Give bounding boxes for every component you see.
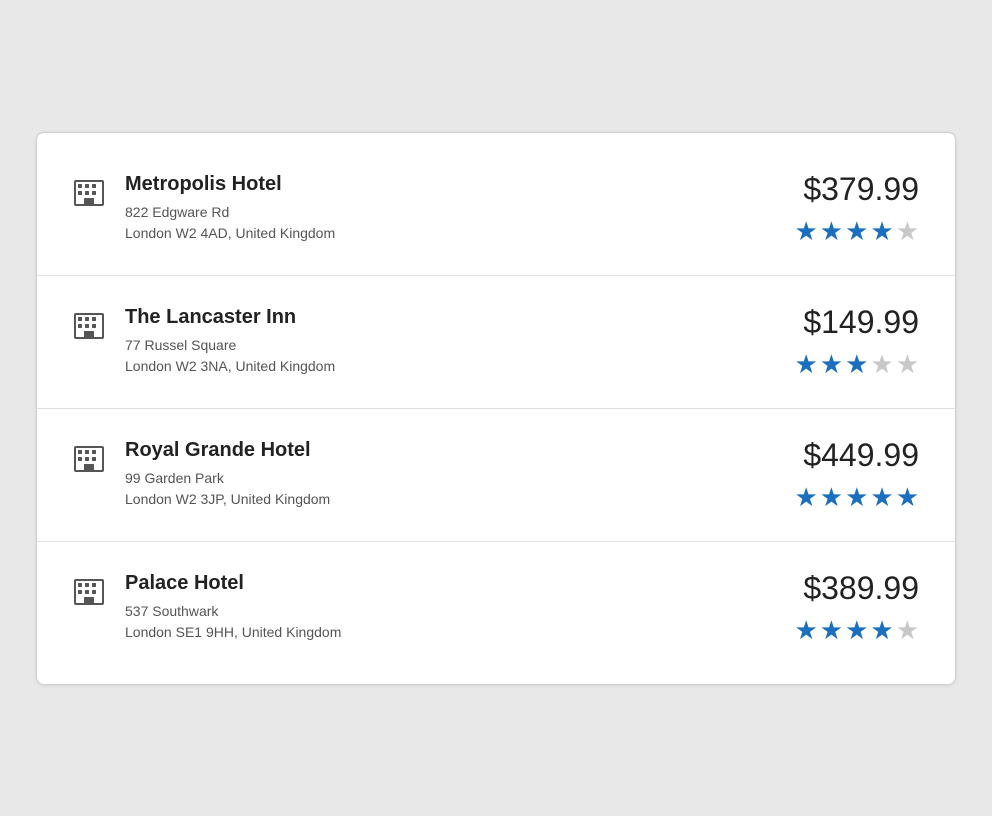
hotel-stars: ★★★★★: [794, 482, 919, 513]
hotel-address-line2: London W2 4AD, United Kingdom: [125, 223, 335, 244]
hotel-left-metropolis: Metropolis Hotel 822 Edgware Rd London W…: [73, 173, 335, 244]
star-filled-icon: ★: [870, 482, 893, 513]
hotel-price: $389.99: [794, 570, 919, 607]
hotel-item-palace[interactable]: Palace Hotel 537 Southwark London SE1 9H…: [37, 542, 955, 674]
star-filled-icon: ★: [896, 482, 919, 513]
hotel-info-palace: Palace Hotel 537 Southwark London SE1 9H…: [125, 572, 341, 643]
hotel-address-line1: 77 Russel Square: [125, 335, 335, 356]
building-icon: [73, 576, 105, 608]
star-filled-icon: ★: [820, 349, 843, 380]
star-filled-icon: ★: [845, 482, 868, 513]
star-filled-icon: ★: [794, 615, 817, 646]
building-icon: [73, 177, 105, 209]
hotel-right-metropolis: $379.99 ★★★★★: [794, 171, 919, 247]
hotel-name: Metropolis Hotel: [125, 173, 335, 196]
hotel-price: $449.99: [794, 437, 919, 474]
hotel-left-palace: Palace Hotel 537 Southwark London SE1 9H…: [73, 572, 341, 643]
star-filled-icon: ★: [794, 482, 817, 513]
hotel-stars: ★★★★★: [794, 216, 919, 247]
star-empty-icon: ★: [870, 349, 893, 380]
hotel-stars: ★★★★★: [794, 615, 919, 646]
star-empty-icon: ★: [896, 216, 919, 247]
hotel-price: $149.99: [794, 304, 919, 341]
star-filled-icon: ★: [870, 615, 893, 646]
star-filled-icon: ★: [845, 349, 868, 380]
hotel-right-royalgrande: $449.99 ★★★★★: [794, 437, 919, 513]
star-empty-icon: ★: [896, 349, 919, 380]
hotel-left-lancaster: The Lancaster Inn 77 Russel Square Londo…: [73, 306, 335, 377]
hotel-stars: ★★★★★: [794, 349, 919, 380]
hotel-list: Metropolis Hotel 822 Edgware Rd London W…: [36, 132, 956, 685]
building-icon: [73, 443, 105, 475]
hotel-address-line2: London SE1 9HH, United Kingdom: [125, 622, 341, 643]
hotel-name: Royal Grande Hotel: [125, 439, 330, 462]
hotel-item-royalgrande[interactable]: Royal Grande Hotel 99 Garden Park London…: [37, 409, 955, 542]
hotel-name: The Lancaster Inn: [125, 306, 335, 329]
hotel-item-metropolis[interactable]: Metropolis Hotel 822 Edgware Rd London W…: [37, 143, 955, 276]
star-filled-icon: ★: [870, 216, 893, 247]
hotel-address-line1: 822 Edgware Rd: [125, 202, 335, 223]
hotel-address-line1: 99 Garden Park: [125, 468, 330, 489]
star-filled-icon: ★: [820, 615, 843, 646]
hotel-right-lancaster: $149.99 ★★★★★: [794, 304, 919, 380]
hotel-left-royalgrande: Royal Grande Hotel 99 Garden Park London…: [73, 439, 330, 510]
star-filled-icon: ★: [820, 482, 843, 513]
hotel-address-line1: 537 Southwark: [125, 601, 341, 622]
hotel-address-line2: London W2 3JP, United Kingdom: [125, 489, 330, 510]
star-filled-icon: ★: [794, 349, 817, 380]
hotel-right-palace: $389.99 ★★★★★: [794, 570, 919, 646]
star-filled-icon: ★: [820, 216, 843, 247]
hotel-name: Palace Hotel: [125, 572, 341, 595]
hotel-price: $379.99: [794, 171, 919, 208]
star-filled-icon: ★: [794, 216, 817, 247]
star-empty-icon: ★: [896, 615, 919, 646]
hotel-address-line2: London W2 3NA, United Kingdom: [125, 356, 335, 377]
hotel-info-lancaster: The Lancaster Inn 77 Russel Square Londo…: [125, 306, 335, 377]
star-filled-icon: ★: [845, 615, 868, 646]
building-icon: [73, 310, 105, 342]
hotel-info-metropolis: Metropolis Hotel 822 Edgware Rd London W…: [125, 173, 335, 244]
hotel-item-lancaster[interactable]: The Lancaster Inn 77 Russel Square Londo…: [37, 276, 955, 409]
star-filled-icon: ★: [845, 216, 868, 247]
hotel-info-royalgrande: Royal Grande Hotel 99 Garden Park London…: [125, 439, 330, 510]
